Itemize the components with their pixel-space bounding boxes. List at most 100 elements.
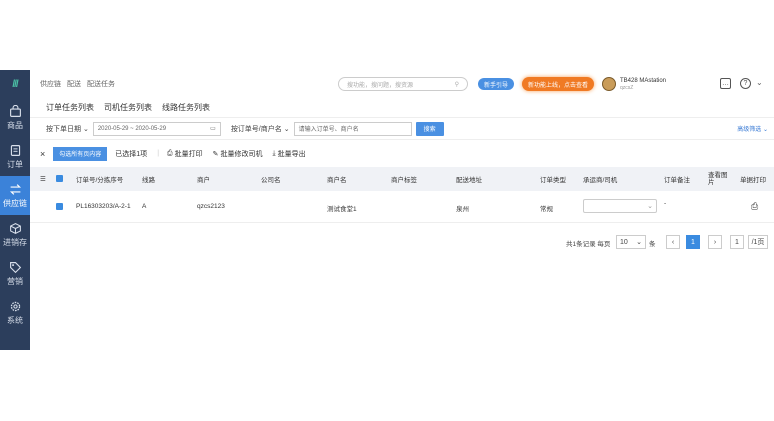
help-icon[interactable]: ?: [740, 78, 751, 89]
sidebar-item-inventory[interactable]: 进销存: [0, 215, 30, 254]
chevron-down-icon: ⌄: [647, 203, 653, 210]
divider: |: [157, 150, 160, 157]
advanced-filter-label: 高级筛选: [737, 127, 762, 133]
next-page-button[interactable]: ›: [708, 235, 722, 249]
sidebar-item-marketing[interactable]: 营销: [0, 254, 30, 293]
page-size-value: 10: [620, 238, 628, 246]
search-type-select[interactable]: 按订单号/商户名 ⌄: [231, 124, 290, 134]
filter-bar: 按下单日期 ⌄ 2020-05-29 ~ 2020-05-29 ▭ 按订单号/商…: [30, 118, 774, 140]
doc-icon: [10, 144, 20, 156]
column-settings-icon[interactable]: ☰: [40, 175, 46, 183]
sidebar-item-orders[interactable]: 订单: [0, 137, 30, 176]
column-header: 承运商/司机: [583, 177, 618, 184]
breadcrumb-item: 配送任务: [87, 81, 115, 88]
prev-page-button[interactable]: ‹: [666, 235, 680, 249]
route: A: [142, 203, 147, 210]
search-icon[interactable]: ⚲: [455, 81, 459, 88]
batch-edit-driver-button[interactable]: ✎ 批量修改司机: [213, 149, 263, 159]
tab-route-tasks[interactable]: 线路任务列表: [162, 102, 210, 113]
new-feature-button[interactable]: 新功能上线，点击查看: [522, 77, 595, 91]
row-checkbox[interactable]: [56, 203, 63, 210]
batch-export-button[interactable]: ⤓ 批量导出: [273, 149, 306, 159]
cube-icon: [9, 222, 21, 234]
sidebar-item-label: 订单: [7, 159, 23, 169]
date-range-value: 2020-05-29 ~ 2020-05-29: [97, 125, 167, 132]
selected-count: 已选择1项: [115, 150, 148, 158]
breadcrumb-item[interactable]: 配送: [67, 79, 81, 89]
batch-edit-driver-label: 批量修改司机: [220, 150, 263, 158]
user-profile[interactable]: TB428 MAstation qzcsZ: [602, 75, 706, 93]
search-type-label: 按订单号/商户名: [230, 125, 282, 133]
close-icon[interactable]: ×: [40, 149, 45, 159]
sidebar-item-supply-chain[interactable]: 供应链: [0, 176, 30, 215]
tab-driver-tasks[interactable]: 司机任务列表: [104, 102, 152, 113]
sidebar-item-label: 商品: [7, 120, 23, 130]
printer-icon[interactable]: ⎙: [751, 201, 758, 212]
user-name: TB428 MAstation: [620, 77, 667, 84]
batch-print-button[interactable]: ⎙ 批量打印: [167, 149, 203, 159]
order-number[interactable]: PL16303203/A-2-1: [76, 203, 131, 210]
edit-icon: ✎: [212, 150, 219, 158]
page-jump-input[interactable]: 1: [730, 235, 744, 249]
chevron-down-icon[interactable]: ⌄: [756, 78, 763, 87]
column-header: 订单备注: [664, 177, 690, 184]
tag-icon: [9, 261, 21, 273]
order-note: -: [664, 200, 667, 207]
user-sub: qzcsZ: [620, 84, 634, 91]
app-window: /// 商品 订单 供应链 进销存 营销 系统 供应链 配送 配送任务 搜功能，…: [0, 70, 774, 350]
main-content: 供应链 配送 配送任务 搜功能，搜问题，搜资源 ⚲ 新手引导 新功能上线，点击查…: [30, 70, 774, 350]
sidebar-item-goods[interactable]: 商品: [0, 98, 30, 137]
column-header: 查看图片: [708, 172, 728, 186]
sidebar-item-label: 进销存: [3, 237, 27, 247]
table-row[interactable]: PL16303203/A-2-1 A qzcs2123 测试食堂1 泉州 常规 …: [30, 191, 774, 223]
global-search-input[interactable]: 搜功能，搜问题，搜资源 ⚲: [338, 77, 468, 91]
date-range-input[interactable]: 2020-05-29 ~ 2020-05-29 ▭: [92, 121, 221, 136]
export-icon: ⤓: [272, 149, 276, 157]
column-header: 商户标签: [391, 177, 417, 184]
batch-action-bar: × 勾选所有页内容 已选择1项 | ⎙ 批量打印 ✎ 批量修改司机 ⤓ 批量导出: [30, 140, 774, 167]
search-button[interactable]: 搜索: [415, 121, 444, 136]
column-header: 商户名: [327, 177, 347, 184]
breadcrumb-item[interactable]: 供应链: [40, 79, 61, 89]
delivery-address: 泉州: [456, 206, 469, 213]
select-all-checkbox[interactable]: [56, 174, 63, 182]
order-type: 常规: [540, 206, 553, 213]
order-search-input[interactable]: 请输入订单号、商户名: [293, 121, 412, 136]
total-pages: /1页: [748, 235, 768, 249]
swap-icon: [9, 183, 21, 195]
advanced-filter-link[interactable]: 高级筛选 ⌄: [737, 124, 768, 133]
sidebar-item-label: 系统: [7, 315, 23, 325]
column-header: 线路: [142, 177, 155, 184]
sidebar-item-system[interactable]: 系统: [0, 293, 30, 332]
gear-icon: [10, 301, 20, 311]
sidebar-item-label: 供应链: [3, 198, 27, 208]
column-header: 公司名: [261, 177, 281, 184]
batch-export-label: 批量导出: [277, 150, 306, 158]
avatar[interactable]: [602, 77, 616, 91]
brand-logo: ///: [12, 78, 18, 90]
print-icon: ⎙: [167, 149, 173, 157]
sidebar-item-label: 营销: [7, 276, 23, 286]
page-number-current[interactable]: 1: [686, 235, 700, 249]
column-header: 订单号/分拣序号: [76, 177, 124, 184]
date-type-select[interactable]: 按下单日期 ⌄: [46, 124, 89, 134]
page-size-select[interactable]: 10 ⌄: [616, 235, 646, 249]
table-header: ☰ 订单号/分拣序号 线路 商户 公司名 商户名 商户标签 配送地址 订单类型 …: [30, 167, 774, 191]
select-all-pages-button[interactable]: 勾选所有页内容: [53, 146, 108, 161]
top-bar: 供应链 配送 配送任务 搜功能，搜问题，搜资源 ⚲ 新手引导 新功能上线，点击查…: [30, 70, 774, 98]
order-search-placeholder: 请输入订单号、商户名: [298, 127, 359, 133]
column-header: 单据打印: [740, 177, 766, 184]
batch-print-label: 批量打印: [174, 150, 203, 158]
chevron-down-icon: ⌄: [281, 125, 290, 133]
bag-icon: [9, 104, 21, 117]
driver-select[interactable]: ⌄: [583, 199, 657, 213]
calendar-icon: ▭: [210, 126, 216, 132]
pager-unit: 条: [649, 241, 656, 248]
tab-order-tasks[interactable]: 订单任务列表: [46, 102, 94, 113]
pagination: 共1条记录 每页 10 ⌄ 条 ‹ 1 › 1 /1页: [30, 232, 774, 256]
guide-button[interactable]: 新手引导: [478, 78, 515, 90]
tab-bar: 订单任务列表 司机任务列表 线路任务列表: [30, 98, 774, 118]
message-icon[interactable]: …: [720, 78, 731, 89]
column-header: 订单类型: [540, 177, 566, 184]
pager-summary: 共1条记录 每页: [566, 241, 611, 248]
